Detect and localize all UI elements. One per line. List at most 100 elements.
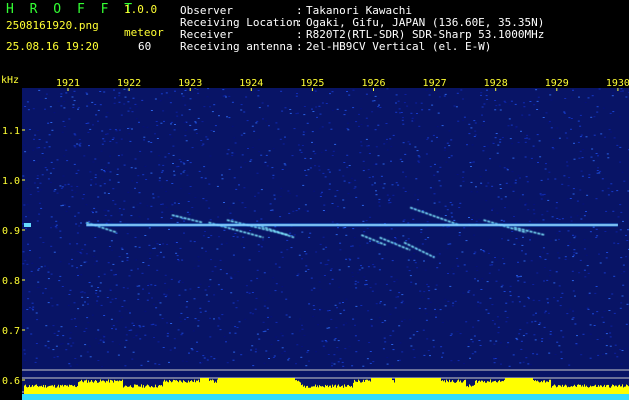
noise-speck: [273, 355, 276, 357]
noise-speck: [53, 190, 56, 192]
noise-speck: [362, 170, 365, 172]
noise-speck: [314, 90, 317, 92]
noise-speck: [73, 90, 76, 92]
noise-speck: [138, 216, 141, 218]
noise-speck: [112, 200, 115, 202]
noise-speck: [493, 362, 496, 364]
noise-speck: [206, 96, 209, 98]
noise-speck: [254, 195, 256, 197]
noise-speck: [320, 151, 323, 153]
noise-speck: [135, 259, 138, 261]
noise-speck: [87, 131, 90, 133]
noise-speck: [85, 253, 88, 255]
noise-speck: [583, 239, 586, 241]
noise-speck: [80, 265, 83, 267]
noise-speck: [129, 107, 132, 109]
noise-speck: [374, 182, 376, 184]
noise-speck: [111, 328, 113, 330]
noise-speck: [372, 361, 375, 363]
noise-speck: [419, 290, 422, 292]
noise-speck: [123, 200, 126, 202]
noise-speck: [354, 280, 357, 282]
noise-speck: [169, 349, 172, 351]
noise-speck: [397, 184, 400, 186]
noise-speck: [412, 116, 415, 118]
noise-speck: [50, 182, 52, 183]
level-bar: [86, 379, 87, 396]
noise-speck: [511, 301, 514, 303]
noise-speck: [327, 259, 330, 261]
noise-speck: [403, 219, 406, 221]
noise-speck: [172, 154, 175, 156]
noise-speck: [35, 357, 38, 359]
noise-speck: [39, 98, 42, 100]
noise-speck: [528, 220, 531, 222]
level-bar: [196, 380, 197, 396]
noise-speck: [196, 351, 199, 352]
noise-speck: [427, 137, 430, 139]
noise-speck: [183, 122, 186, 123]
noise-speck: [546, 279, 549, 281]
noise-speck: [436, 136, 438, 138]
noise-speck: [153, 337, 155, 338]
noise-speck: [488, 239, 491, 241]
noise-speck: [589, 333, 592, 335]
noise-speck: [202, 198, 205, 200]
noise-speck: [296, 93, 298, 94]
noise-speck: [331, 109, 334, 111]
noise-speck: [139, 338, 142, 340]
noise-speck: [150, 205, 153, 207]
noise-speck: [155, 307, 158, 309]
noise-speck: [471, 353, 474, 355]
noise-speck: [517, 175, 520, 177]
noise-speck: [330, 268, 333, 270]
noise-speck: [307, 169, 310, 171]
noise-speck: [152, 197, 155, 199]
noise-speck: [303, 106, 306, 107]
noise-speck: [554, 178, 557, 180]
level-bar: [285, 378, 286, 396]
noise-speck: [94, 174, 97, 176]
noise-speck: [223, 229, 226, 231]
noise-speck: [184, 104, 187, 106]
noise-speck: [497, 326, 500, 328]
noise-speck: [613, 242, 616, 244]
noise-speck: [418, 161, 421, 163]
noise-speck: [362, 220, 365, 222]
noise-speck: [315, 251, 318, 253]
noise-speck: [295, 363, 297, 365]
y-tick-label: 1.0: [2, 176, 20, 187]
noise-speck: [547, 312, 550, 314]
noise-speck: [453, 219, 456, 221]
level-bar: [272, 378, 273, 396]
noise-speck: [469, 357, 471, 359]
noise-speck: [49, 106, 52, 108]
noise-speck: [249, 160, 252, 162]
noise-speck: [338, 169, 341, 171]
level-bar: [545, 382, 546, 396]
noise-speck: [301, 145, 304, 146]
noise-speck: [563, 175, 566, 177]
noise-speck: [568, 117, 571, 119]
noise-speck: [293, 234, 296, 236]
noise-speck: [249, 312, 252, 314]
noise-speck: [302, 184, 305, 186]
noise-speck: [389, 138, 392, 140]
noise-speck: [249, 230, 252, 231]
noise-speck: [473, 120, 476, 122]
level-bar: [543, 380, 544, 396]
x-tick-label: 1925: [300, 78, 324, 89]
noise-speck: [539, 322, 542, 324]
noise-speck: [68, 294, 71, 295]
noise-speck: [365, 138, 368, 140]
noise-speck: [379, 302, 381, 304]
noise-speck: [336, 205, 339, 207]
noise-speck: [426, 338, 429, 340]
level-bar: [166, 380, 167, 396]
noise-speck: [134, 167, 137, 169]
noise-speck: [342, 324, 345, 326]
noise-speck: [425, 153, 428, 155]
level-bar: [420, 378, 421, 396]
noise-speck: [38, 202, 41, 204]
noise-speck: [472, 326, 475, 328]
